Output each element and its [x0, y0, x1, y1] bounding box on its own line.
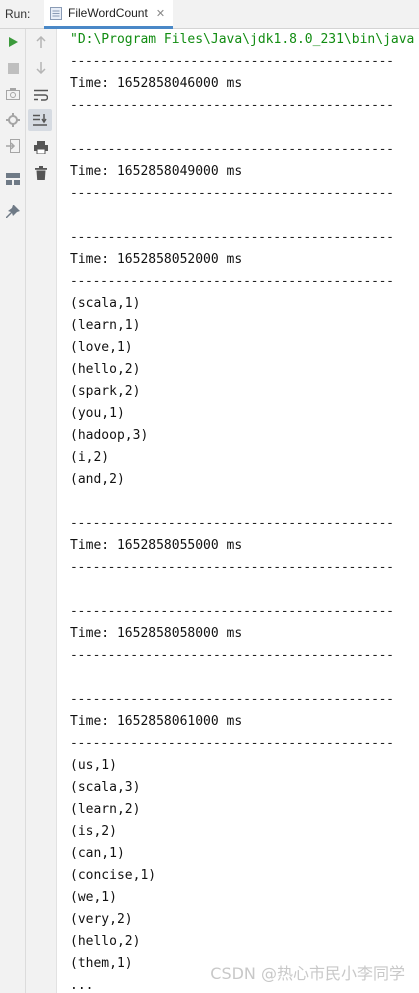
scroll-to-end-icon[interactable] [28, 109, 52, 131]
word-count-row: (scala,3) [70, 780, 141, 795]
word-count-row: (i,2) [70, 450, 110, 465]
separator-line: ----------------------------------------… [70, 54, 394, 69]
word-count-row: (concise,1) [70, 868, 157, 883]
separator-line: ----------------------------------------… [70, 604, 394, 619]
separator-line: ----------------------------------------… [70, 274, 394, 289]
separator-line: ----------------------------------------… [70, 516, 394, 531]
batch-time: Time: 1652858058000 ms [70, 626, 243, 641]
tab-filewordcount[interactable]: FileWordCount ✕ [44, 0, 174, 29]
run-label: Run: [5, 7, 31, 21]
word-count-row: (learn,1) [70, 318, 141, 333]
settings-icon[interactable] [3, 110, 23, 130]
pin-icon[interactable] [3, 202, 23, 222]
word-count-row: (learn,2) [70, 802, 141, 817]
tab-label: FileWordCount [68, 6, 148, 20]
batch-time: Time: 1652858049000 ms [70, 164, 243, 179]
print-icon[interactable] [31, 137, 51, 157]
close-icon[interactable]: ✕ [156, 7, 165, 20]
word-count-row: (is,2) [70, 824, 117, 839]
separator-line: ----------------------------------------… [70, 736, 394, 751]
soft-wrap-icon[interactable] [31, 85, 51, 105]
word-count-row: (scala,1) [70, 296, 141, 311]
word-count-row: (can,1) [70, 846, 125, 861]
layout-icon[interactable] [3, 169, 23, 189]
command-line: "D:\Program Files\Java\jdk1.8.0_231\bin\… [70, 32, 415, 47]
word-count-row: (we,1) [70, 890, 117, 905]
camera-icon[interactable] [3, 84, 23, 104]
watermark: CSDN @热心市民小李同学 [210, 964, 405, 983]
word-count-row: (love,1) [70, 340, 133, 355]
file-icon [50, 6, 62, 20]
word-count-row: (hello,2) [70, 362, 141, 377]
run-actions-toolbar [0, 29, 26, 993]
batch-time: Time: 1652858052000 ms [70, 252, 243, 267]
run-tool-window-header: Run: FileWordCount ✕ [0, 0, 419, 29]
word-count-row: (them,1) [70, 956, 133, 971]
word-count-row: (us,1) [70, 758, 117, 773]
up-arrow-icon[interactable] [31, 32, 51, 52]
run-icon[interactable] [3, 32, 23, 52]
batch-time: Time: 1652858046000 ms [70, 76, 243, 91]
separator-line: ----------------------------------------… [70, 186, 394, 201]
exit-icon[interactable] [3, 136, 23, 156]
batch-time: Time: 1652858055000 ms [70, 538, 243, 553]
ellipsis-row: ... [70, 978, 94, 993]
word-count-row: (you,1) [70, 406, 125, 421]
separator-line: ----------------------------------------… [70, 692, 394, 707]
word-count-row: (spark,2) [70, 384, 141, 399]
console-output[interactable]: "D:\Program Files\Java\jdk1.8.0_231\bin\… [57, 29, 419, 993]
separator-line: ----------------------------------------… [70, 648, 394, 663]
word-count-row: (hadoop,3) [70, 428, 149, 443]
separator-line: ----------------------------------------… [70, 560, 394, 575]
trash-icon[interactable] [31, 163, 51, 183]
separator-line: ----------------------------------------… [70, 98, 394, 113]
batch-time: Time: 1652858061000 ms [70, 714, 243, 729]
down-arrow-icon[interactable] [31, 58, 51, 78]
word-count-row: (and,2) [70, 472, 125, 487]
word-count-row: (hello,2) [70, 934, 141, 949]
stop-icon[interactable] [3, 58, 23, 78]
separator-line: ----------------------------------------… [70, 142, 394, 157]
separator-line: ----------------------------------------… [70, 230, 394, 245]
console-actions-toolbar [26, 29, 57, 993]
word-count-row: (very,2) [70, 912, 133, 927]
